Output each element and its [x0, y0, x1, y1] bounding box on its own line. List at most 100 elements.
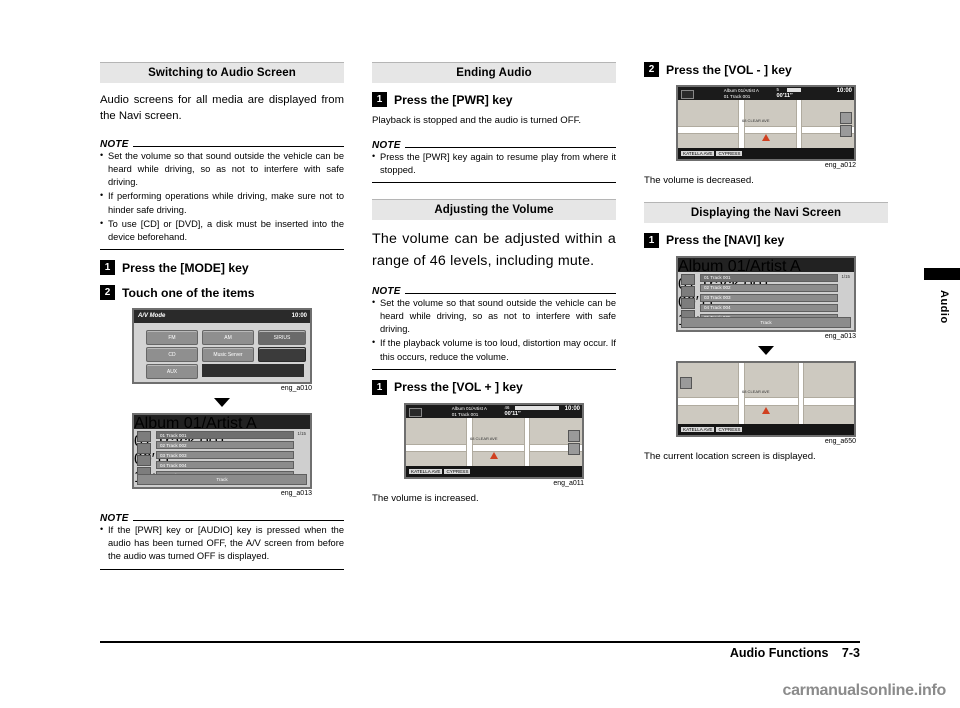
section-heading-switching: Switching to Audio Screen [100, 62, 344, 83]
step-text: Press the [PWR] key [394, 92, 513, 107]
av-clock: 10:00 [291, 313, 307, 320]
side-button-1[interactable] [681, 273, 695, 285]
map-zoom-button[interactable] [840, 112, 852, 124]
screen-bottombar: KATELLA AVE CYPRESS [678, 423, 854, 435]
note-block-2: NOTE Set the volume so that sound outsid… [372, 280, 616, 370]
note-divider [132, 520, 344, 522]
step-text: Touch one of the items [122, 285, 255, 300]
paragraph-volume-range: The volume can be adjusted within a rang… [372, 231, 616, 269]
side-tab-marker [924, 268, 960, 280]
manual-page: Switching to Audio Screen Audio screens … [0, 0, 960, 708]
step-number: 1 [100, 260, 115, 276]
map-zoom-button[interactable] [568, 429, 580, 442]
track-time: 00′11″ [776, 93, 793, 99]
av-button-fm[interactable]: FM [146, 330, 198, 346]
screenshot-av-mode: A/V Mode 10:00 FM AM SIRIUS CD Music Ser… [132, 308, 312, 385]
note-label: NOTE [372, 139, 401, 151]
side-button-3[interactable] [137, 455, 151, 467]
step-text: Press the [VOL + ] key [394, 380, 523, 395]
track-row[interactable]: 01 Track 001 [700, 273, 838, 282]
note-divider [404, 146, 616, 148]
screenshot-track-list: Album 01/Artist A 01 Track 001 00′11″ 10… [132, 413, 312, 490]
track-bottom-bar[interactable]: Track [137, 474, 307, 486]
column-middle: Ending Audio 1 Press the [PWR] key Playb… [372, 62, 616, 512]
track-row[interactable]: 02 Track 002 [156, 441, 294, 450]
track-row[interactable]: 03 Track 003 [700, 293, 838, 302]
step-number: 1 [372, 379, 387, 395]
track-row[interactable]: 03 Track 003 [156, 451, 294, 460]
map-street-label: 68 CLEAR AVE [742, 118, 770, 123]
paragraph-current-location: The current location screen is displayed… [644, 450, 816, 462]
side-button-2[interactable] [681, 285, 695, 297]
track-row[interactable]: 04 Track 004 [700, 303, 838, 312]
map-left-button[interactable] [680, 376, 692, 389]
map-menu-button[interactable] [840, 125, 852, 137]
step-1: 1 Press the [PWR] key [372, 92, 616, 107]
figure-volume-down: Album 01/Artist A 01 Track 001 00′11″ 10… [644, 85, 888, 169]
track-bottom-bar[interactable]: Track [681, 316, 851, 328]
track-row[interactable]: 04 Track 004 [156, 461, 294, 470]
figure-caption: eng_a012 [824, 162, 856, 169]
av-button-music-server[interactable]: Music Server [202, 347, 254, 363]
track-row[interactable]: 02 Track 002 [700, 283, 838, 292]
track-time: 00′11″ [504, 410, 521, 417]
side-button-3[interactable] [681, 297, 695, 309]
footer-rule [100, 641, 860, 643]
map-menu-button[interactable] [568, 442, 580, 455]
volume-indicator: 5 [777, 87, 779, 92]
av-title: A/V Mode [138, 313, 166, 320]
note-label: NOTE [100, 513, 129, 525]
note-header: NOTE [372, 134, 616, 151]
figure-caption: eng_a010 [280, 385, 312, 393]
step-text: Press the [MODE] key [122, 260, 249, 275]
step-number: 1 [644, 232, 659, 248]
note-list: If the [PWR] key or [AUDIO] key is press… [100, 523, 344, 564]
step-number: 2 [644, 62, 659, 77]
figure-current-location: 10:00 RTE 68 CLEAR AVE KATELLA AVE CYPRE… [644, 360, 888, 445]
clock: 10:00 [564, 405, 580, 412]
map-street-label: 68 CLEAR AVE [742, 388, 770, 394]
track-counter: 1/15 [297, 431, 306, 437]
av-button-am[interactable]: AM [202, 330, 254, 346]
section-heading-displaying-navi: Displaying the Navi Screen [644, 201, 888, 223]
av-button-cd[interactable]: CD [146, 347, 198, 363]
screenshot-volume-down: Album 01/Artist A 01 Track 001 00′11″ 10… [676, 85, 856, 161]
vehicle-position-icon [762, 134, 770, 141]
volume-bar [787, 88, 802, 92]
vehicle-position-icon [762, 406, 770, 414]
note-item: If the [PWR] key or [AUDIO] key is press… [100, 523, 344, 564]
clock: 10:00 [836, 88, 852, 94]
note-label: NOTE [100, 138, 129, 150]
track-counter: 1/15 [841, 273, 850, 279]
figure-av-mode: A/V Mode 10:00 FM AM SIRIUS CD Music Ser… [100, 308, 344, 392]
step-number: 2 [100, 285, 115, 301]
step-1: 1 Press the [MODE] key [100, 260, 344, 276]
track-name: 01 Track 001 [723, 94, 751, 99]
side-button-2[interactable] [137, 443, 151, 455]
volume-indicator: 46 [505, 405, 510, 410]
album-name: Album 01/Artist A [451, 405, 487, 411]
av-button-aux[interactable]: AUX [146, 364, 198, 380]
volume-value: 46 [504, 404, 510, 410]
track-list-screen: Album 01/Artist A 01 Track 001 00′11″ 10… [678, 257, 854, 330]
watermark: carmanualsonline.info [782, 682, 946, 699]
note-item: If the playback volume is too loud, dist… [372, 336, 616, 363]
av-footer-strip [202, 364, 304, 378]
av-button-sirius[interactable]: SIRIUS [258, 330, 306, 346]
note-header: NOTE [372, 280, 616, 297]
screen-bottombar: KATELLA AVE CYPRESS [678, 148, 854, 159]
track-list-screen: Album 01/Artist A 01 Track 001 00′11″ 10… [134, 415, 310, 488]
note-item: Press the [PWR] key again to resume play… [372, 150, 616, 177]
side-button-1[interactable] [137, 431, 151, 443]
av-button-blank[interactable] [258, 347, 306, 363]
footer: Audio Functions 7-3 [730, 646, 860, 660]
note-list: Set the volume so that sound outside the… [100, 149, 344, 244]
map-bottom-tag: KATELLA AVE [681, 151, 715, 156]
audio-map-screen: Album 01/Artist A 01 Track 001 00′11″ 10… [678, 87, 854, 159]
step-1: 2 Press the [VOL - ] key [644, 62, 888, 77]
map-road-horizontal [678, 126, 854, 134]
track-row[interactable]: 01 Track 001 [156, 431, 294, 440]
note-block-1: NOTE Press the [PWR] key again to resume… [372, 134, 616, 184]
figure-track-list-navi: Album 01/Artist A 01 Track 001 00′11″ 10… [644, 255, 888, 340]
navi-map-screen: 10:00 RTE 68 CLEAR AVE KATELLA AVE CYPRE… [678, 362, 854, 435]
